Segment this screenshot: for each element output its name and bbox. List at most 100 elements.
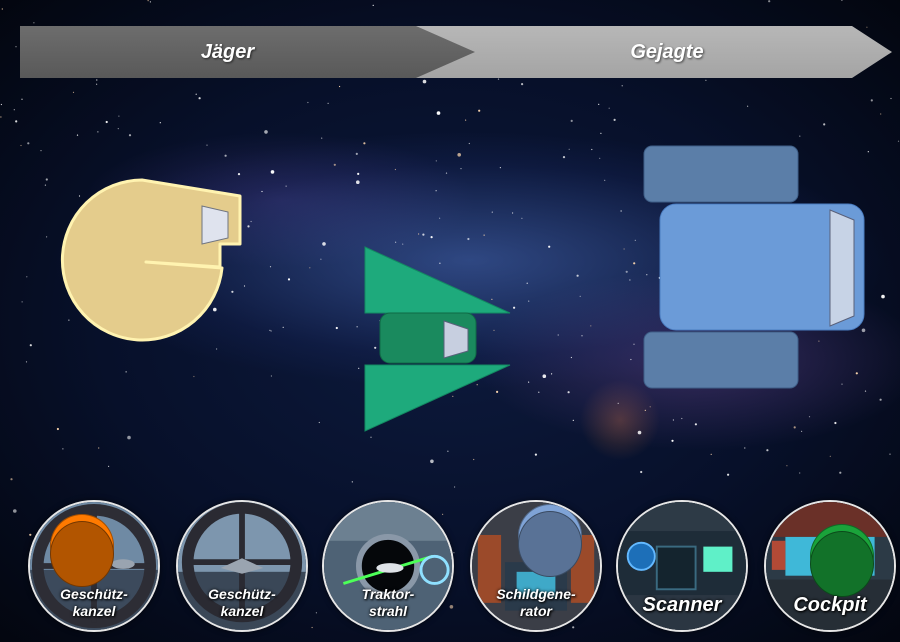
star xyxy=(96,79,98,81)
star xyxy=(13,109,15,111)
star xyxy=(710,453,712,455)
star xyxy=(799,472,801,474)
station-label: Scanner xyxy=(642,594,722,616)
star xyxy=(363,142,366,145)
star xyxy=(318,421,320,424)
star xyxy=(454,486,456,488)
star xyxy=(321,137,323,139)
star xyxy=(118,115,120,117)
station-gun-turret-1[interactable]: Geschütz- kanzel xyxy=(28,500,160,632)
star xyxy=(98,447,100,449)
star xyxy=(435,190,437,192)
star xyxy=(20,144,22,147)
star xyxy=(649,406,651,408)
star xyxy=(327,102,329,104)
star xyxy=(282,326,284,328)
star xyxy=(621,85,623,87)
prey-ship[interactable] xyxy=(640,144,870,394)
star xyxy=(633,262,636,265)
star xyxy=(581,335,583,337)
star xyxy=(801,430,803,432)
star xyxy=(572,419,574,421)
station-cockpit[interactable]: Cockpit xyxy=(764,500,896,632)
station-shield-generator[interactable]: Schildgene- rator xyxy=(470,500,602,632)
star xyxy=(793,426,796,429)
station-tractor-beam[interactable]: Traktor- strahl xyxy=(322,500,454,632)
star xyxy=(198,97,201,100)
star xyxy=(96,83,98,85)
star xyxy=(0,116,2,118)
phase-progress-bar: Jäger Gejagte xyxy=(20,26,892,78)
star xyxy=(625,270,628,273)
star xyxy=(287,278,291,281)
star xyxy=(542,374,547,379)
star xyxy=(370,436,372,438)
interceptor-ship[interactable] xyxy=(360,245,520,435)
star xyxy=(435,160,437,162)
star xyxy=(270,375,272,377)
star xyxy=(422,79,427,84)
star xyxy=(62,448,64,450)
station-label: Traktor- strahl xyxy=(361,586,415,619)
star xyxy=(528,381,530,383)
phase-hunted-label: Gejagte xyxy=(630,40,704,63)
star xyxy=(747,105,749,107)
star xyxy=(889,453,891,455)
star xyxy=(478,109,481,112)
phase-hunted[interactable]: Gejagte xyxy=(412,26,892,78)
star xyxy=(562,156,566,159)
star xyxy=(672,419,675,421)
player-token-orange[interactable] xyxy=(50,514,114,578)
star xyxy=(590,325,592,327)
star xyxy=(511,212,514,214)
star xyxy=(823,123,826,126)
star xyxy=(786,465,788,467)
star xyxy=(694,423,698,426)
star xyxy=(439,217,441,219)
star xyxy=(567,391,570,394)
star xyxy=(261,190,263,193)
star xyxy=(538,391,540,393)
star xyxy=(0,103,2,106)
star xyxy=(372,4,374,6)
star xyxy=(880,113,882,115)
star xyxy=(705,79,707,81)
star xyxy=(834,421,837,425)
star xyxy=(460,168,462,170)
star xyxy=(457,153,462,157)
star xyxy=(127,435,131,440)
station-scanner[interactable]: Scanner xyxy=(616,500,748,632)
station-gun-turret-2[interactable]: Geschütz- kanzel xyxy=(176,500,308,632)
star xyxy=(159,122,161,124)
star xyxy=(105,120,108,124)
star xyxy=(591,148,593,151)
star xyxy=(881,294,885,299)
star xyxy=(637,430,642,435)
hunter-ship[interactable] xyxy=(60,172,250,352)
star xyxy=(608,107,610,109)
star xyxy=(497,78,500,80)
star xyxy=(468,142,470,145)
star xyxy=(40,150,42,152)
star xyxy=(351,481,353,483)
star xyxy=(72,91,75,93)
star xyxy=(56,427,60,431)
star xyxy=(633,343,635,345)
star xyxy=(1,8,3,10)
star xyxy=(422,233,425,236)
player-token-green[interactable] xyxy=(810,524,874,588)
star xyxy=(44,184,47,186)
star xyxy=(445,172,448,174)
star xyxy=(634,239,636,241)
star xyxy=(322,242,326,246)
star xyxy=(526,282,528,284)
star xyxy=(600,132,602,134)
star xyxy=(465,119,467,121)
star xyxy=(551,373,553,375)
star xyxy=(335,326,338,330)
star xyxy=(570,356,573,359)
star xyxy=(309,267,311,269)
phase-hunter[interactable]: Jäger xyxy=(20,26,475,78)
star xyxy=(671,439,674,442)
player-token-blue[interactable] xyxy=(518,504,582,568)
